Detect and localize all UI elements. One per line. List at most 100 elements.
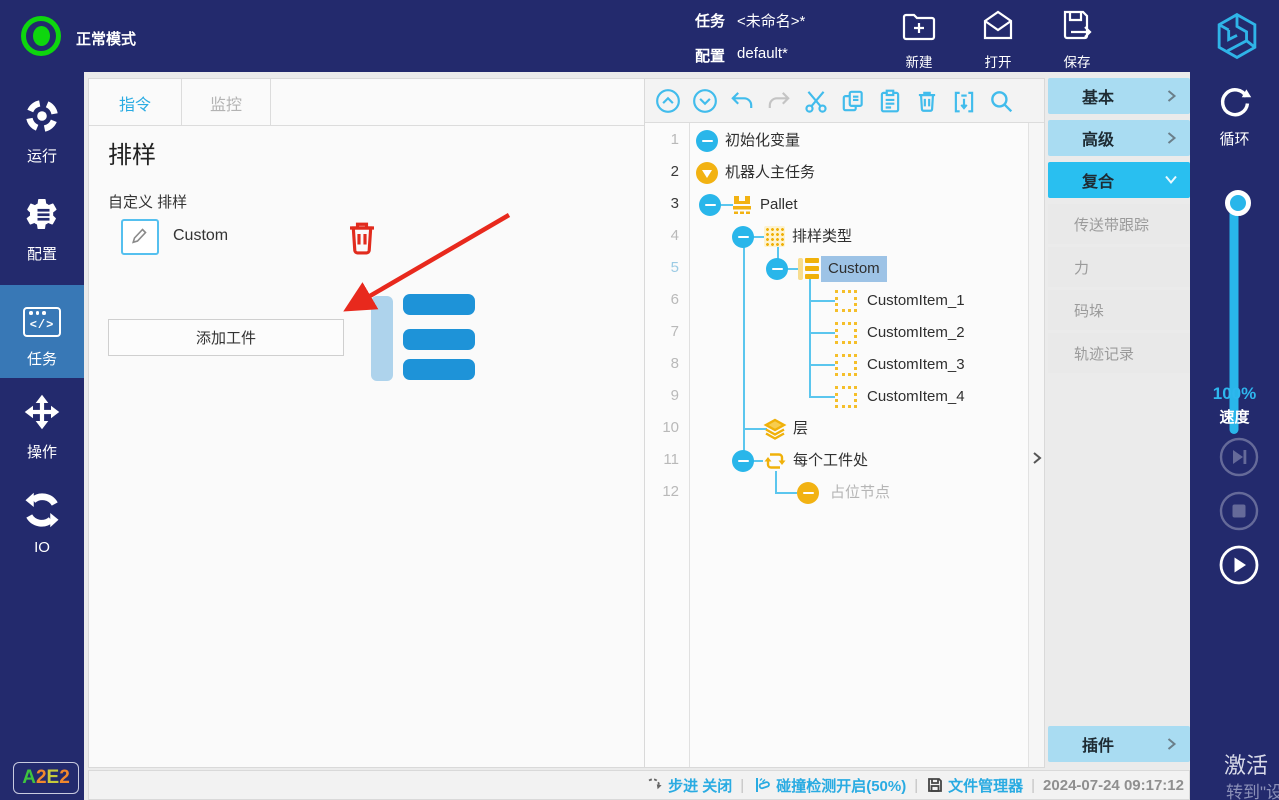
- instruction-panel: 指令 监控 排样 自定义 排样 Custom 添加工件: [88, 78, 645, 768]
- badge-letter: E: [47, 767, 60, 789]
- save-label: 保存: [1042, 51, 1112, 71]
- tree-node-main-task[interactable]: 机器人主任务: [725, 162, 815, 184]
- instruction-palletizing[interactable]: 码垛: [1048, 290, 1190, 330]
- node-collapse-icon[interactable]: [766, 258, 788, 280]
- topbar: 正常模式 任务 <未命名>* 配置 default* 新建 打开: [0, 0, 1279, 72]
- rename-button[interactable]: [121, 219, 159, 255]
- move-down-icon[interactable]: [691, 87, 719, 115]
- tree-connector: [775, 492, 797, 494]
- tree-node-custom-item[interactable]: CustomItem_4: [867, 386, 965, 408]
- add-workpiece-button[interactable]: 添加工件: [108, 319, 344, 356]
- delete-icon[interactable]: [913, 87, 941, 115]
- line-number: 10: [645, 419, 679, 436]
- task-value: <未命名>*: [737, 10, 805, 31]
- category-composite[interactable]: 复合: [1048, 162, 1190, 198]
- stop-button[interactable]: [1219, 491, 1259, 531]
- sidebar-item-label: 配置: [0, 243, 84, 264]
- search-icon[interactable]: [987, 87, 1015, 115]
- badge-letter: A: [22, 767, 36, 789]
- tree-node-custom-item[interactable]: CustomItem_2: [867, 322, 965, 344]
- node-collapse-icon[interactable]: [699, 194, 721, 216]
- paste-icon[interactable]: [876, 87, 904, 115]
- a2e2-badge-button[interactable]: A2E2: [13, 762, 79, 794]
- cut-icon[interactable]: [802, 87, 830, 115]
- status-bar: 步进 关闭 | 碰撞检测开启(50%) | 文件管理器 | 2024-07-24…: [88, 770, 1190, 800]
- node-collapse-icon[interactable]: [696, 130, 718, 152]
- move-arrows-icon: [24, 417, 60, 434]
- panel-expand-handle[interactable]: [1028, 123, 1044, 767]
- new-button[interactable]: 新建: [884, 8, 954, 71]
- badge-letter: 2: [59, 767, 70, 789]
- mode-label: 正常模式: [76, 28, 136, 49]
- line-number-gutter: [645, 123, 690, 767]
- tree-node-custom-item[interactable]: CustomItem_3: [867, 354, 965, 376]
- activation-watermark-line1: 激活: [1224, 748, 1268, 780]
- tree-node-init-vars[interactable]: 初始化变量: [725, 130, 800, 152]
- move-up-icon[interactable]: [654, 87, 682, 115]
- category-label: 基本: [1082, 84, 1114, 108]
- node-expand-icon[interactable]: [696, 162, 718, 184]
- tree-node-placeholder[interactable]: 占位节点: [830, 482, 890, 504]
- node-collapse-icon[interactable]: [732, 226, 754, 248]
- step-mode-status[interactable]: 步进 关闭: [646, 775, 732, 796]
- instruction-force[interactable]: 力: [1048, 247, 1190, 287]
- speed-slider-knob[interactable]: [1225, 190, 1251, 216]
- loop-mode-button[interactable]: 循环: [1190, 84, 1279, 149]
- tree-node-foreach-workpiece[interactable]: 每个工件处: [793, 450, 868, 472]
- category-plugin[interactable]: 插件: [1048, 726, 1190, 762]
- insert-icon[interactable]: [950, 87, 978, 115]
- category-label: 插件: [1082, 732, 1114, 756]
- tree-node-custom-item[interactable]: CustomItem_1: [867, 290, 965, 312]
- sidebar-item-task[interactable]: </> 任务: [0, 285, 84, 378]
- sidebar-item-label: 操作: [0, 441, 84, 462]
- instruction-track-record[interactable]: 轨迹记录: [1048, 333, 1190, 373]
- badge-letter: 2: [36, 767, 47, 789]
- tree-connector: [809, 396, 835, 398]
- activation-watermark-line2: 转到"设: [1226, 778, 1279, 800]
- sidebar-item-io[interactable]: IO: [0, 492, 84, 556]
- custom-list-icon: [798, 258, 819, 280]
- gear-icon: [24, 219, 60, 236]
- node-collapse-icon[interactable]: [732, 450, 754, 472]
- line-number: 5: [645, 259, 679, 276]
- placeholder-node-icon: [797, 482, 819, 504]
- redo-icon[interactable]: [765, 87, 793, 115]
- open-button[interactable]: 打开: [963, 8, 1033, 71]
- line-number: 12: [645, 483, 679, 500]
- category-basic[interactable]: 基本: [1048, 78, 1190, 114]
- save-button[interactable]: 保存: [1042, 8, 1112, 71]
- step-forward-button[interactable]: [1219, 437, 1259, 477]
- save-icon: [1057, 31, 1097, 48]
- subtitle: 自定义 排样: [108, 191, 187, 212]
- open-envelope-icon: [978, 31, 1018, 48]
- custom-item-icon: [835, 354, 857, 376]
- sidebar-item-operate[interactable]: 操作: [0, 394, 84, 462]
- copy-icon[interactable]: [839, 87, 867, 115]
- sidebar: 运行 配置 </> 任务: [0, 72, 84, 800]
- tab-monitor[interactable]: 监控: [182, 79, 271, 126]
- tree-node-pallet[interactable]: Pallet: [760, 194, 798, 216]
- main-area: 指令 监控 排样 自定义 排样 Custom 添加工件: [84, 72, 1190, 800]
- config-row: 配置 default*: [695, 45, 788, 66]
- instruction-category-panel: 基本 高级 复合 传送带跟踪 力 码垛 轨迹记录 插件: [1048, 78, 1190, 768]
- undo-icon[interactable]: [728, 87, 756, 115]
- sidebar-item-label: IO: [0, 539, 84, 556]
- tree-node-pattern-type[interactable]: 排样类型: [792, 226, 852, 248]
- play-button[interactable]: [1219, 545, 1259, 585]
- speed-percent: 100%: [1190, 384, 1279, 404]
- tree-node-layer[interactable]: 层: [793, 418, 808, 440]
- pattern-preview-column: [371, 296, 393, 381]
- category-advanced[interactable]: 高级: [1048, 120, 1190, 156]
- sidebar-item-config[interactable]: 配置: [0, 196, 84, 264]
- category-label: 复合: [1082, 168, 1114, 192]
- custom-item-icon: [835, 386, 857, 408]
- tree-connector: [809, 332, 835, 334]
- file-manager-button[interactable]: 文件管理器: [926, 775, 1023, 796]
- collision-detect-status[interactable]: 碰撞检测开启(50%): [752, 775, 906, 796]
- tree-toolbar: [645, 79, 1044, 123]
- tab-instruction[interactable]: 指令: [89, 79, 182, 126]
- delete-pattern-button[interactable]: [344, 217, 380, 257]
- sidebar-item-run[interactable]: 运行: [0, 98, 84, 166]
- tree-node-custom[interactable]: Custom: [821, 256, 887, 282]
- instruction-conveyor-tracking[interactable]: 传送带跟踪: [1048, 204, 1190, 244]
